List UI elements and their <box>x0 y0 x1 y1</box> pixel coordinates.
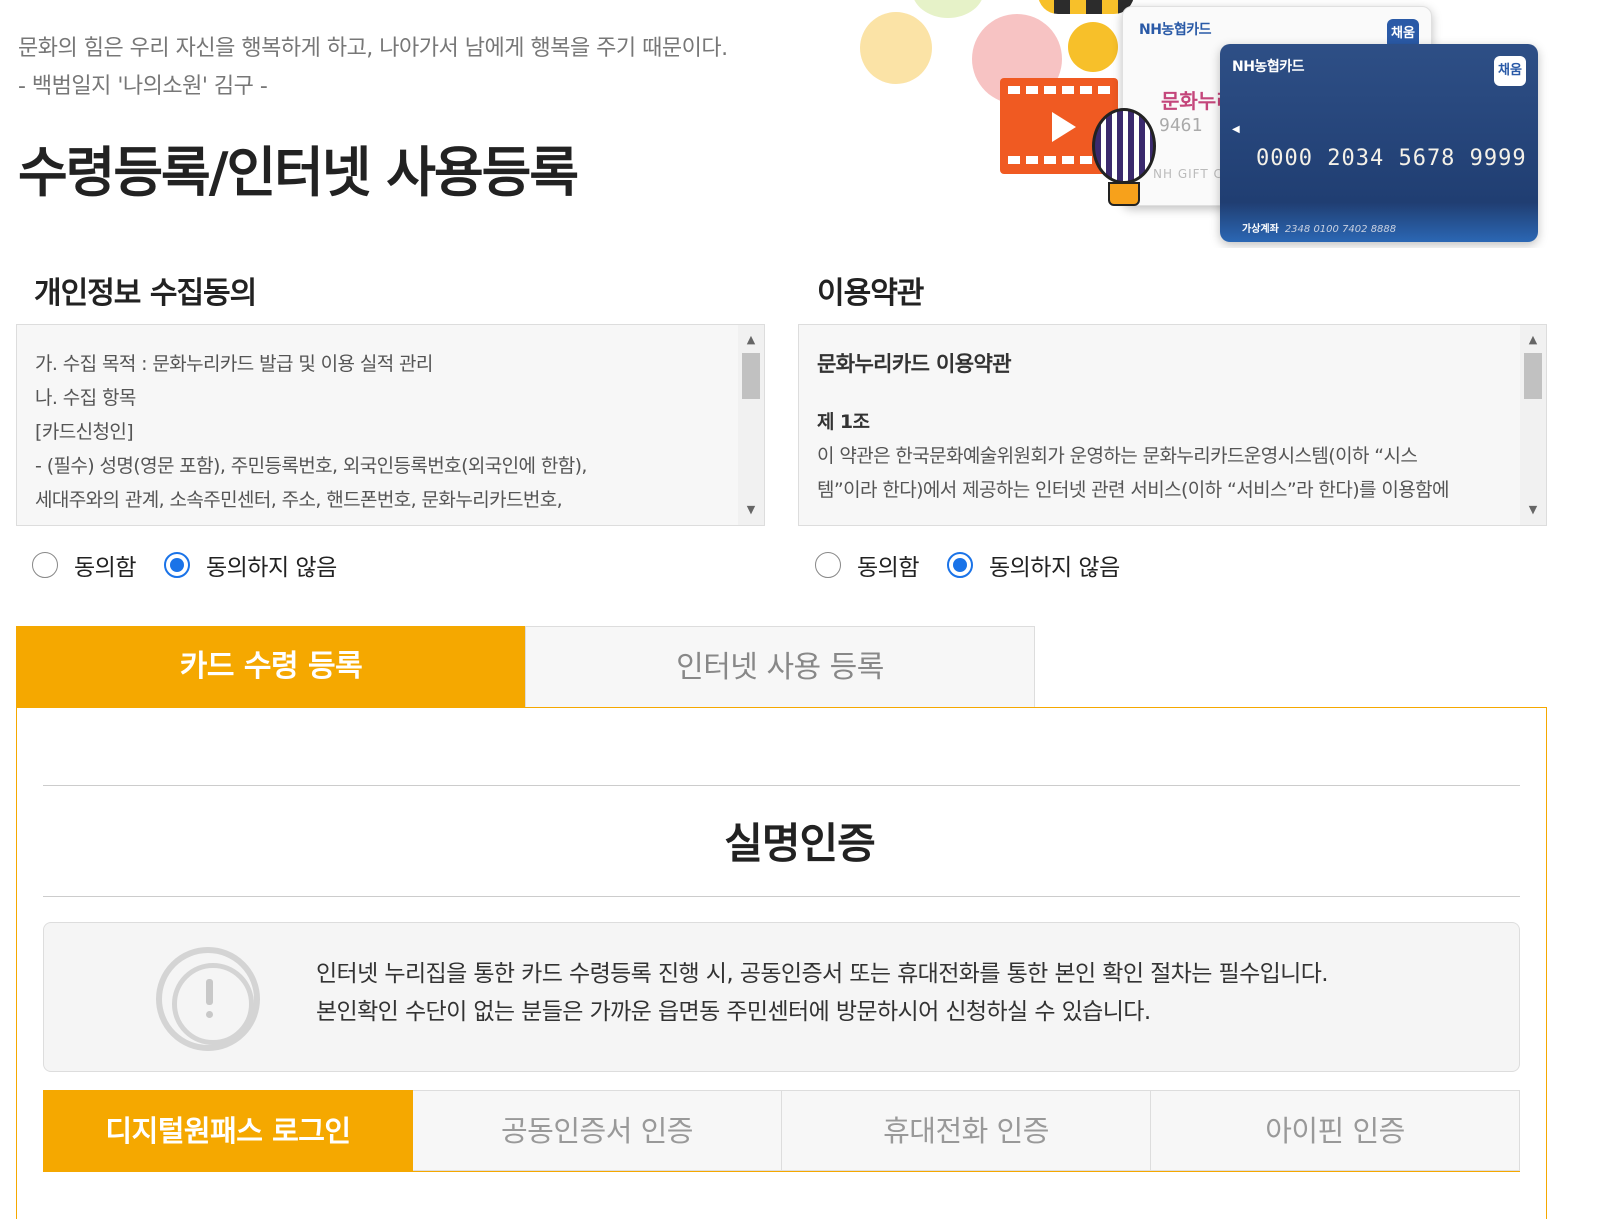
tab-mobile[interactable]: 휴대전화 인증 <box>782 1090 1151 1171</box>
tab-ipin[interactable]: 아이핀 인증 <box>1151 1090 1520 1171</box>
terms-disagree-radio[interactable]: 동의하지 않음 <box>946 548 1120 582</box>
umbrella-icon <box>1038 0 1134 14</box>
privacy-agree-radio[interactable]: 동의함 <box>32 548 136 582</box>
divider <box>43 896 1520 897</box>
verification-title: 실명인증 <box>724 819 876 868</box>
scrollbar[interactable]: ▲ ▼ <box>738 325 764 525</box>
privacy-line: 세대주와의 관계, 소속주민센터, 주소, 핸드폰번호, 문화누리카드번호, <box>35 489 563 511</box>
verification-method-tabs: 디지털원패스 로그인 공동인증서 인증 휴대전화 인증 아이핀 인증 <box>43 1090 1520 1172</box>
hero-illustration: NH농협카드 채움 문화누리 9461 NH GIFT CA NH농협카드 채움… <box>860 0 1599 248</box>
account-label: 가상계좌 <box>1242 224 1279 235</box>
terms-consent-radios: 동의함 동의하지 않음 <box>815 548 1148 582</box>
privacy-line: 나. 수집 항목 <box>35 387 136 409</box>
radio-label: 동의함 <box>74 555 136 581</box>
radio-selected-icon[interactable] <box>946 552 973 578</box>
privacy-line: [카드신청인] <box>35 421 134 443</box>
notice-line: 인터넷 누리집을 통한 카드 수령등록 진행 시, 공동인증서 또는 휴대전화를… <box>316 961 1329 987</box>
triangle-icon: ◀ <box>1232 124 1240 135</box>
balloon-icon <box>1092 108 1156 184</box>
scroll-down-icon[interactable]: ▼ <box>738 499 764 521</box>
tab-digital-onepass[interactable]: 디지털원패스 로그인 <box>43 1090 413 1171</box>
quote-line: 문화의 힘은 우리 자신을 행복하게 하고, 나아가서 남에게 행복을 주기 때… <box>18 36 728 61</box>
card-brand: NH농협카드 <box>1139 22 1211 38</box>
page-title: 수령등록/인터넷 사용등록 <box>18 141 579 204</box>
card-number: 9461 <box>1159 115 1203 136</box>
terms-box[interactable]: 문화누리카드 이용약관 제 1조 이 약관은 한국문화예술위원회가 운영하는 문… <box>798 324 1547 526</box>
radio-circle-icon[interactable] <box>815 552 841 578</box>
scroll-up-icon[interactable]: ▲ <box>738 329 764 351</box>
exclamation-circle-icon <box>156 947 260 1051</box>
notice-text: 인터넷 누리집을 통한 카드 수령등록 진행 시, 공동인증서 또는 휴대전화를… <box>316 955 1329 1031</box>
tab-internet-use[interactable]: 인터넷 사용 등록 <box>525 626 1035 708</box>
privacy-title: 개인정보 수집동의 <box>34 276 257 311</box>
privacy-line: 가. 수집 목적 : 문화누리카드 발급 및 이용 실적 관리 <box>35 353 433 375</box>
card-brand: NH농협카드 <box>1232 59 1304 75</box>
quote-author: - 백범일지 '나의소원' 김구 - <box>18 74 268 99</box>
privacy-terms-box[interactable]: 가. 수집 목적 : 문화누리카드 발급 및 이용 실적 관리 나. 수집 항목… <box>16 324 765 526</box>
privacy-consent-radios: 동의함 동의하지 않음 <box>32 548 365 582</box>
notice-box: 인터넷 누리집을 통한 카드 수령등록 진행 시, 공동인증서 또는 휴대전화를… <box>43 922 1520 1072</box>
tab-card-receipt[interactable]: 카드 수령 등록 <box>16 626 526 708</box>
account-number: 2348 0100 7402 8888 <box>1284 224 1397 235</box>
radio-label: 동의함 <box>857 555 919 581</box>
decor-circle <box>1068 22 1118 72</box>
card-chip: 채움 <box>1494 56 1526 86</box>
decor-circle <box>860 12 932 84</box>
card-number: 0000 2034 5678 9999 <box>1256 146 1527 171</box>
radio-selected-icon[interactable] <box>163 552 190 578</box>
privacy-disagree-radio[interactable]: 동의하지 않음 <box>163 548 337 582</box>
terms-heading: 문화누리카드 이용약관 <box>817 352 1012 376</box>
terms-title: 이용약관 <box>817 276 924 311</box>
terms-line: 템”이라 한다)에서 제공하는 인터넷 관련 서비스(이하 “서비스”라 한다)… <box>817 479 1449 501</box>
balloon-basket-icon <box>1108 182 1140 206</box>
card-account: 가상계좌 2348 0100 7402 8888 <box>1242 220 1396 235</box>
scroll-up-icon[interactable]: ▲ <box>1520 329 1546 351</box>
terms-line: 이 약관은 한국문화예술위원회가 운영하는 문화누리카드운영시스템(이하 “시스 <box>817 445 1418 467</box>
check-card-image: NH농협카드 채움 ◀ 0000 2034 5678 9999 가상계좌 2348… <box>1220 44 1538 242</box>
radio-label: 동의하지 않음 <box>205 555 337 581</box>
radio-circle-icon[interactable] <box>32 552 58 578</box>
decor-circle <box>912 0 984 18</box>
scrollbar[interactable]: ▲ ▼ <box>1520 325 1546 525</box>
privacy-line: - (필수) 성명(영문 포함), 주민등록번호, 외국인등록번호(외국인에 한… <box>35 455 587 477</box>
notice-line: 본인확인 수단이 없는 분들은 가까운 읍면동 주민센터에 방문하시어 신청하실… <box>316 999 1151 1025</box>
scroll-thumb[interactable] <box>742 353 760 399</box>
scroll-down-icon[interactable]: ▼ <box>1520 499 1546 521</box>
radio-label: 동의하지 않음 <box>988 555 1120 581</box>
terms-agree-radio[interactable]: 동의함 <box>815 548 919 582</box>
tab-certificate[interactable]: 공동인증서 인증 <box>413 1090 782 1171</box>
scroll-thumb[interactable] <box>1524 353 1542 399</box>
divider <box>43 785 1520 786</box>
quote: 문화의 힘은 우리 자신을 행복하게 하고, 나아가서 남에게 행복을 주기 때… <box>18 30 728 106</box>
terms-article: 제 1조 <box>817 411 870 433</box>
